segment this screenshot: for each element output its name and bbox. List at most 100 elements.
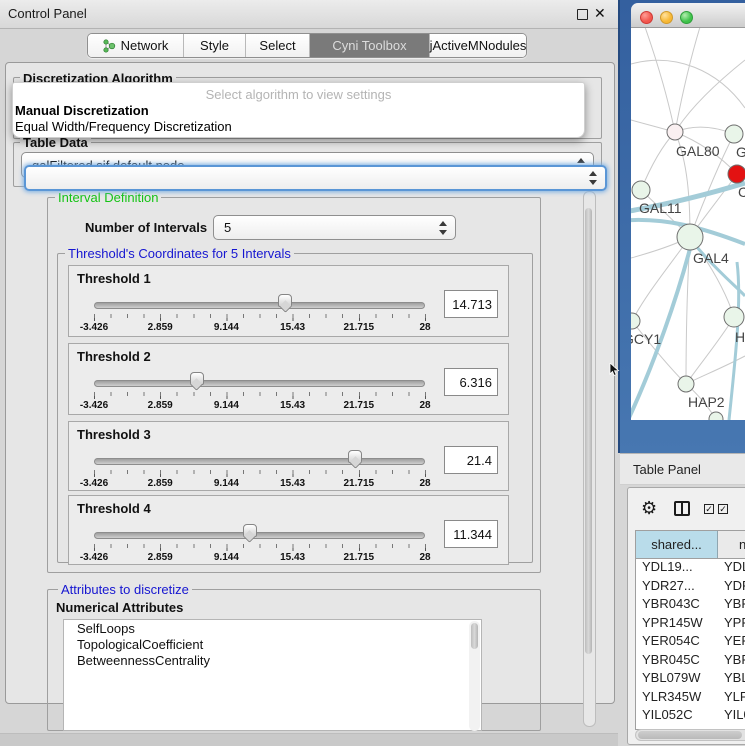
threshold-2-slider-handle[interactable] <box>190 372 204 385</box>
number-of-intervals-combobox[interactable]: 5 <box>213 215 456 240</box>
tick-label: 21.715 <box>344 322 375 333</box>
node[interactable] <box>725 125 743 143</box>
settings-scrollbar-thumb[interactable] <box>585 208 592 654</box>
node-label-gal4: GAL4 <box>693 250 729 266</box>
settings-scroll-area: Interval Definition Number of Intervals … <box>16 189 584 731</box>
column-header-name[interactable]: n <box>718 531 745 558</box>
float-window-icon[interactable] <box>577 9 588 20</box>
network-graph: GAL80 GA C GAL11 GAL4 GCY1 H HAP2 <box>631 27 745 420</box>
cell[interactable]: YDL19... <box>636 559 717 578</box>
cell[interactable]: YBR0 <box>717 652 745 671</box>
list-item[interactable]: SelfLoops <box>64 620 481 636</box>
node[interactable] <box>724 307 744 327</box>
table-row[interactable]: YER054CYER0 <box>636 633 745 652</box>
cell[interactable]: YPR1 <box>717 615 745 634</box>
threshold-1-slider-track[interactable] <box>94 302 425 309</box>
tab-cyni-toolbox[interactable]: Cyni Toolbox <box>310 34 430 57</box>
minimize-traffic-light[interactable] <box>660 11 673 24</box>
gear-icon[interactable]: ⚙ <box>641 498 657 519</box>
cell[interactable]: YIL052C <box>636 707 717 726</box>
tab-jactivemnodules-label: jActiveMNodules <box>430 38 527 53</box>
tab-network-label: Network <box>121 38 169 53</box>
checkbox-icon[interactable]: ✓ <box>718 504 728 514</box>
attributes-list-scrollbar-thumb[interactable] <box>471 623 478 649</box>
table-panel-titlebar[interactable]: Table Panel <box>620 453 745 485</box>
table-row[interactable]: YLR345WYLR3 <box>636 689 745 708</box>
control-panel-titlebar[interactable]: Control Panel ✕ <box>0 0 618 29</box>
cell[interactable]: YBL0 <box>717 670 745 689</box>
threshold-4-slider-track[interactable] <box>94 532 425 539</box>
cell[interactable]: YER054C <box>636 633 717 652</box>
algorithm-combobox[interactable] <box>24 165 607 191</box>
column-layout-icon[interactable] <box>674 501 690 516</box>
table-horizontal-scrollbar[interactable] <box>635 729 745 741</box>
table-row[interactable]: YPR145WYPR1 <box>636 615 745 634</box>
node-gal11[interactable] <box>632 181 650 199</box>
tab-style[interactable]: Style <box>184 34 246 57</box>
algorithm-dropdown-popup: Select algorithm to view settings Manual… <box>12 82 585 138</box>
slider-tick-labels: -3.426 2.859 9.144 15.43 21.715 28 <box>94 478 425 490</box>
close-traffic-light[interactable] <box>640 11 653 24</box>
threshold-4-slider-handle[interactable] <box>243 524 257 537</box>
algorithm-option-equal-width[interactable]: Equal Width/Frequency Discretization <box>15 119 232 134</box>
cell[interactable]: YDR27... <box>636 578 717 597</box>
table-row[interactable]: YDL19...YDL1 <box>636 559 745 578</box>
network-window-titlebar[interactable] <box>631 3 745 28</box>
table-row[interactable]: YDR27...YDR2 <box>636 578 745 597</box>
algorithm-option-manual[interactable]: Manual Discretization <box>15 103 149 118</box>
tab-select[interactable]: Select <box>246 34 310 57</box>
cell[interactable]: YLR345W <box>636 689 717 708</box>
slider-minor-ticks <box>94 470 426 474</box>
checkbox-icon[interactable]: ✓ <box>704 504 714 514</box>
threshold-3-value-field[interactable]: 21.4 <box>444 446 498 474</box>
node-hap2[interactable] <box>678 376 694 392</box>
cell[interactable]: YBL079W <box>636 670 717 689</box>
tick-label: -3.426 <box>80 322 108 333</box>
table-row[interactable]: YIL052CYIL0 <box>636 707 745 726</box>
cell[interactable]: YBR043C <box>636 596 717 615</box>
threshold-2-slider-track[interactable] <box>94 380 425 387</box>
settings-scrollbar[interactable] <box>583 191 596 727</box>
tab-jactivemnodules[interactable]: jActiveMNodules <box>430 34 526 57</box>
threshold-3-slider-track[interactable] <box>94 458 425 465</box>
slider-tick-labels: -3.426 2.859 9.144 15.43 21.715 28 <box>94 400 425 412</box>
cell[interactable]: YDL1 <box>717 559 745 578</box>
cell[interactable]: YBR045C <box>636 652 717 671</box>
cell[interactable]: YLR3 <box>717 689 745 708</box>
cell[interactable]: YER0 <box>717 633 745 652</box>
attributes-list-scrollbar[interactable] <box>469 621 480 731</box>
threshold-1-value-field[interactable]: 14.713 <box>444 290 498 318</box>
threshold-3-slider-handle[interactable] <box>348 450 362 463</box>
node-label-gal80: GAL80 <box>676 143 720 159</box>
node[interactable] <box>709 412 723 420</box>
zoom-traffic-light[interactable] <box>680 11 693 24</box>
cell[interactable]: YDR2 <box>717 578 745 597</box>
mouse-cursor <box>609 363 621 382</box>
node-selected-red[interactable] <box>728 165 745 183</box>
node-gal80[interactable] <box>667 124 683 140</box>
cell[interactable]: YBR0 <box>717 596 745 615</box>
node-gcy1[interactable] <box>631 313 640 329</box>
close-icon[interactable]: ✕ <box>594 5 606 22</box>
tab-network[interactable]: Network <box>88 34 184 57</box>
table-row[interactable]: YBL079WYBL0 <box>636 670 745 689</box>
list-item[interactable]: TopologicalCoefficient <box>64 636 481 652</box>
threshold-2-value-field[interactable]: 6.316 <box>444 368 498 396</box>
tick-label: 9.144 <box>214 478 239 489</box>
table-row[interactable]: YBR045CYBR0 <box>636 652 745 671</box>
number-of-intervals-value: 5 <box>224 220 231 235</box>
list-item[interactable]: BetweennessCentrality <box>64 652 481 668</box>
cell[interactable]: YIL0 <box>717 707 745 726</box>
node-label-clipped: H <box>735 329 745 345</box>
table-horizontal-scrollbar-thumb[interactable] <box>638 731 742 739</box>
threshold-1-slider-handle[interactable] <box>278 294 292 307</box>
threshold-4-value-field[interactable]: 11.344 <box>444 520 498 548</box>
table-row[interactable]: YBR043CYBR0 <box>636 596 745 615</box>
numerical-attributes-list[interactable]: SelfLoops TopologicalCoefficient Between… <box>63 619 482 731</box>
column-header-shared-name[interactable]: shared... <box>636 531 718 558</box>
network-view-canvas[interactable]: GAL80 GA C GAL11 GAL4 GCY1 H HAP2 <box>631 27 745 420</box>
combo-stepper-icon <box>589 171 597 185</box>
node-label-gal11: GAL11 <box>639 200 682 216</box>
node-gal4[interactable] <box>677 224 703 250</box>
cell[interactable]: YPR145W <box>636 615 717 634</box>
